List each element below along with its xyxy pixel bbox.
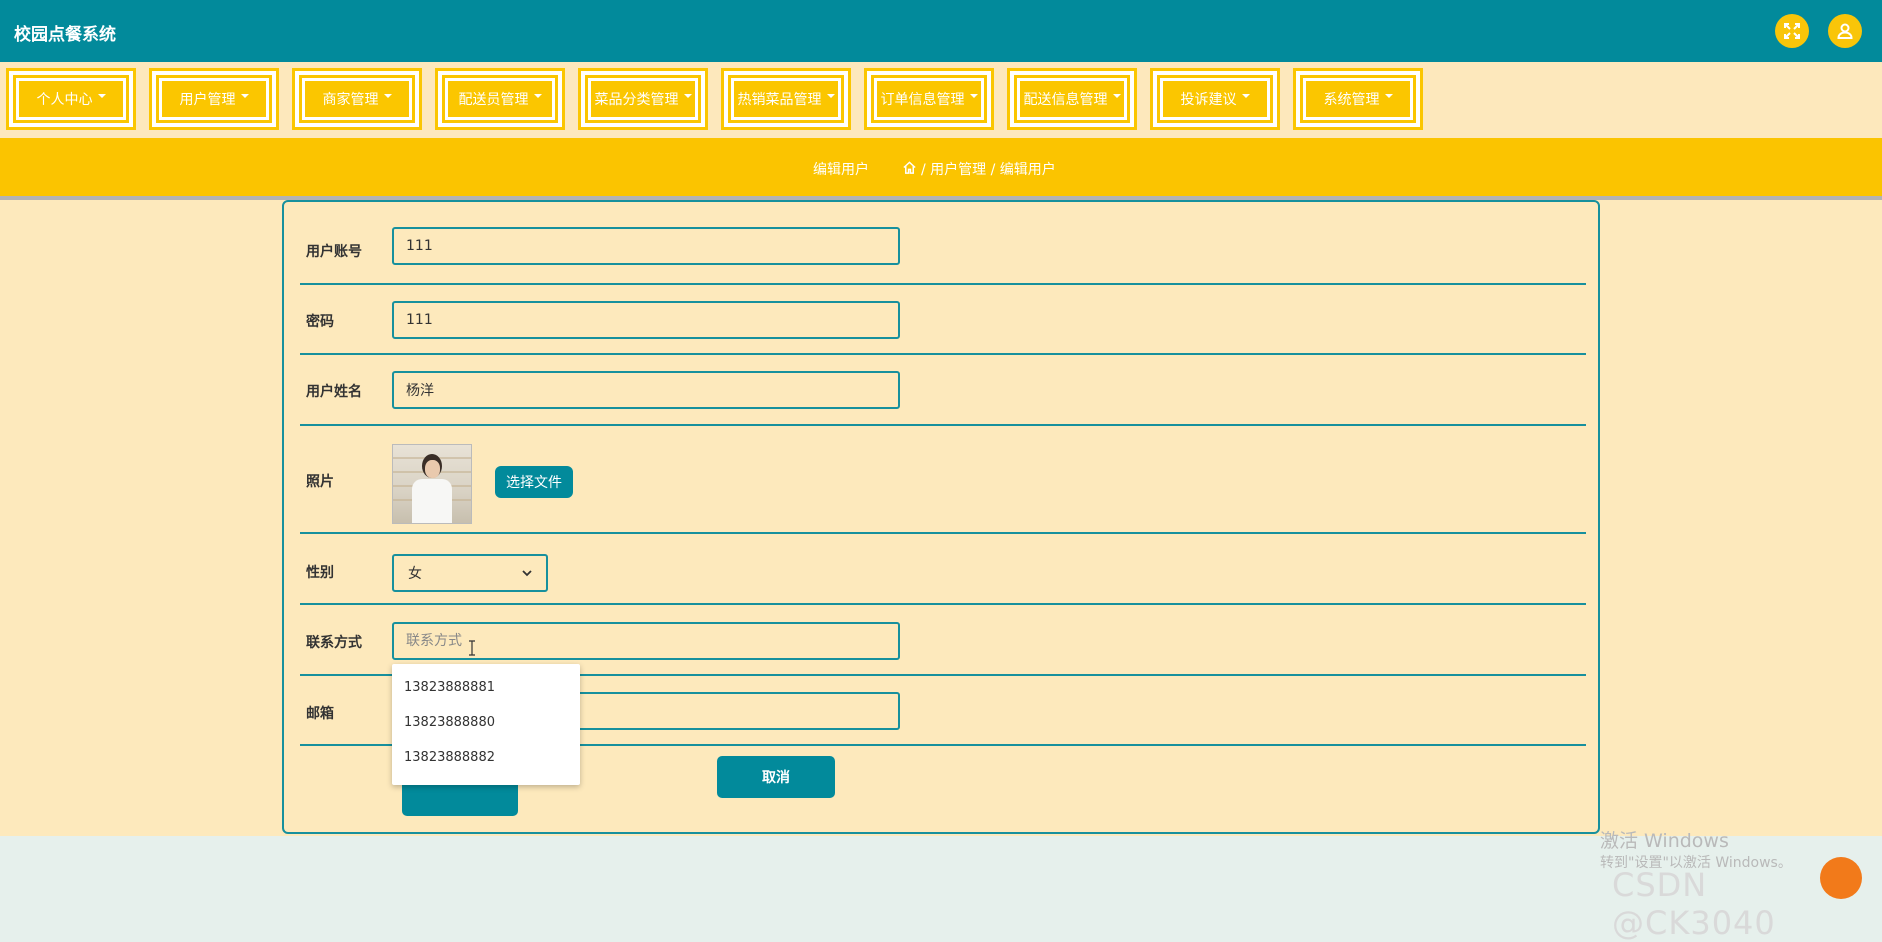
main-nav: 个人中心 用户管理 商家管理 配送员管理 菜品分类管理 热销菜品管理 订单信息管… [0,62,1882,138]
user-photo [392,444,472,524]
nav-item-complaints[interactable]: 投诉建议 [1150,68,1280,130]
chevron-down-icon [1241,94,1250,98]
breadcrumb-path: / 用户管理 / 编辑用户 [921,162,1056,178]
nav-item-dish-category-management[interactable]: 菜品分类管理 [578,68,708,130]
nav-item-hot-dish-management[interactable]: 热销菜品管理 [721,68,851,130]
csdn-watermark: CSDN @CK3040 [1612,866,1776,942]
home-icon[interactable] [902,160,917,179]
gender-selected-value: 女 [408,566,422,582]
form-row-gender: 性别 女 [300,534,1586,605]
photo-label: 照片 [306,474,334,490]
autocomplete-option[interactable]: 13823888882 [392,740,580,775]
password-label: 密码 [306,314,334,330]
nav-item-merchant-management[interactable]: 商家管理 [292,68,422,130]
nav-item-system-management[interactable]: 系统管理 [1293,68,1423,130]
chevron-down-icon [1112,94,1121,98]
email-label: 邮箱 [306,706,334,722]
account-input[interactable] [392,227,900,265]
account-label: 用户账号 [306,244,362,260]
page-title: 编辑用户 [813,162,869,178]
form-row-password: 密码 [300,285,1586,355]
nav-item-delivery-management[interactable]: 配送信息管理 [1007,68,1137,130]
autocomplete-option[interactable]: 13823888880 [392,705,580,740]
nav-item-user-management[interactable]: 用户管理 [149,68,279,130]
text-cursor-icon [468,640,476,661]
chevron-down-icon [383,94,392,98]
windows-activation-title: 激活 Windows [1600,830,1729,852]
breadcrumb: / 用户管理 / 编辑用户 [902,159,1056,179]
name-input[interactable] [392,371,900,409]
form-row-photo: 照片 选择文件 [300,426,1586,534]
chevron-down-icon [240,94,249,98]
name-label: 用户姓名 [306,384,362,400]
gender-select[interactable]: 女 [392,554,548,592]
top-bar: 校园点餐系统 [0,0,1882,62]
contact-autocomplete-list: 13823888881 13823888880 13823888882 [392,664,580,785]
gender-label: 性别 [306,565,334,581]
chevron-down-icon [969,94,978,98]
autocomplete-option[interactable]: 13823888881 [392,670,580,705]
choose-file-button[interactable]: 选择文件 [495,466,573,498]
form-row-account: 用户账号 [300,227,1586,285]
nav-item-order-management[interactable]: 订单信息管理 [864,68,994,130]
app-title: 校园点餐系统 [14,25,116,45]
user-icon[interactable] [1828,14,1862,48]
fullscreen-icon[interactable] [1775,14,1809,48]
nav-item-personal-center[interactable]: 个人中心 [6,68,136,130]
nav-item-courier-management[interactable]: 配送员管理 [435,68,565,130]
chevron-down-icon [683,94,692,98]
breadcrumb-bar: 编辑用户 / 用户管理 / 编辑用户 [0,138,1882,200]
chevron-down-icon [1384,94,1393,98]
form-row-name: 用户姓名 [300,355,1586,426]
contact-label: 联系方式 [306,635,362,651]
chevron-down-icon [522,565,532,581]
cancel-button[interactable]: 取消 [717,756,835,798]
chevron-down-icon [826,94,835,98]
chevron-down-icon [533,94,542,98]
password-input[interactable] [392,301,900,339]
chevron-down-icon [97,94,106,98]
